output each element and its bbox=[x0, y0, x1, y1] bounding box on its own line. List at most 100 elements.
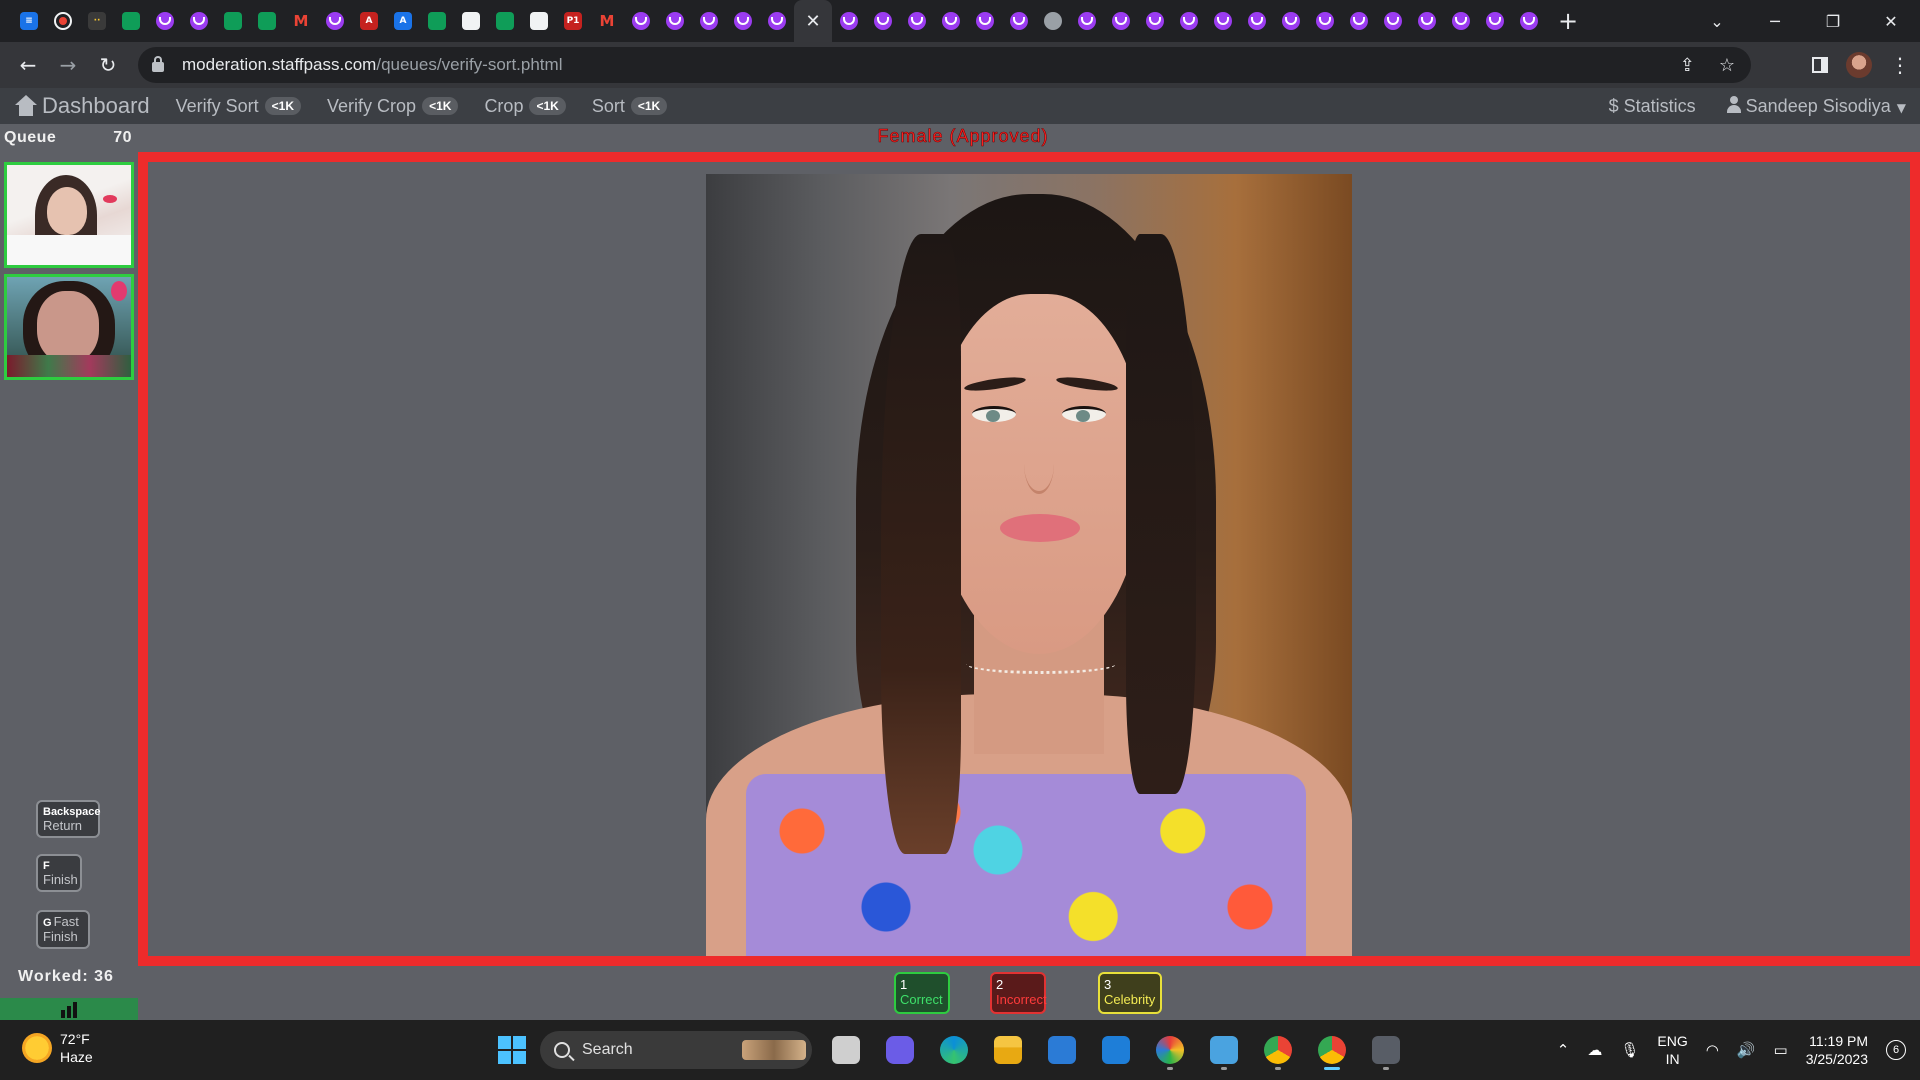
tab-search-icon[interactable]: ⌄ bbox=[1688, 12, 1746, 31]
incorrect-button[interactable]: 2 Incorrect bbox=[990, 972, 1047, 1014]
forward-button[interactable]: → bbox=[48, 53, 88, 77]
tab-staffpass[interactable] bbox=[1376, 0, 1410, 42]
tab-doc[interactable] bbox=[522, 0, 556, 42]
tab-docs[interactable]: ≡ bbox=[12, 0, 46, 42]
onedrive-icon[interactable]: ☁ bbox=[1587, 1041, 1602, 1059]
close-tab-icon[interactable]: ✕ bbox=[805, 11, 820, 32]
tab-staffpass[interactable] bbox=[1172, 0, 1206, 42]
user-menu[interactable]: Sandeep Sisodiya ▼ bbox=[1726, 95, 1906, 117]
return-button[interactable]: Backspace Return bbox=[36, 800, 101, 838]
tab-staffpass[interactable] bbox=[1342, 0, 1376, 42]
tab-adobe[interactable]: A bbox=[352, 0, 386, 42]
tab-pdf[interactable]: A bbox=[386, 0, 420, 42]
edge-button[interactable] bbox=[934, 1030, 974, 1070]
tab-staffpass[interactable] bbox=[1478, 0, 1512, 42]
new-tab-button[interactable]: + bbox=[1558, 7, 1578, 35]
tab-meet[interactable] bbox=[216, 0, 250, 42]
tab-staffpass[interactable] bbox=[760, 0, 794, 42]
nav-verify-sort[interactable]: Verify Sort <1K bbox=[176, 96, 302, 117]
tab-staffpass[interactable] bbox=[934, 0, 968, 42]
close-window-button[interactable]: ✕ bbox=[1862, 12, 1920, 31]
address-bar[interactable]: moderation.staffpass.com/queues/verify-s… bbox=[138, 47, 1751, 83]
notepad-button[interactable] bbox=[1204, 1030, 1244, 1070]
windows-start-icon[interactable] bbox=[498, 1036, 526, 1064]
tab-staffpass[interactable] bbox=[1512, 0, 1546, 42]
finish-button[interactable]: F Finish bbox=[36, 854, 82, 892]
nav-crop[interactable]: Crop <1K bbox=[484, 96, 566, 117]
tab-staffpass[interactable] bbox=[1410, 0, 1444, 42]
tab-meet[interactable] bbox=[420, 0, 454, 42]
taskbar-search[interactable]: Search bbox=[540, 1031, 812, 1069]
calculator-button[interactable] bbox=[1366, 1030, 1406, 1070]
battery-icon[interactable]: ▭ bbox=[1774, 1041, 1788, 1059]
tab-staffpass[interactable] bbox=[900, 0, 934, 42]
weather-widget[interactable]: 72°F Haze bbox=[22, 1030, 93, 1066]
task-view-button[interactable] bbox=[826, 1030, 866, 1070]
tab-staffpass[interactable] bbox=[692, 0, 726, 42]
tab-globe[interactable] bbox=[1036, 0, 1070, 42]
tab-staffpass[interactable] bbox=[318, 0, 352, 42]
tab-staffpass[interactable] bbox=[1104, 0, 1138, 42]
back-button[interactable]: ← bbox=[8, 53, 48, 77]
statistics-link[interactable]: $ Statistics bbox=[1609, 96, 1696, 117]
wifi-icon[interactable]: ◠ bbox=[1706, 1041, 1719, 1059]
dashboard-link[interactable]: Dashboard bbox=[14, 93, 150, 119]
volume-icon[interactable]: 🔊 bbox=[1737, 1041, 1756, 1059]
tab-staffpass[interactable] bbox=[1138, 0, 1172, 42]
tab-staffpass[interactable] bbox=[1444, 0, 1478, 42]
queue-thumbnail[interactable] bbox=[4, 274, 134, 380]
minimize-button[interactable]: ─ bbox=[1746, 12, 1804, 31]
photos-button[interactable] bbox=[1150, 1030, 1190, 1070]
review-photo[interactable] bbox=[706, 174, 1352, 956]
tab-staffpass[interactable] bbox=[1240, 0, 1274, 42]
tab-gmail[interactable]: M bbox=[590, 0, 624, 42]
bookmark-star-icon[interactable]: ☆ bbox=[1719, 55, 1735, 76]
tab-staffpass[interactable] bbox=[726, 0, 760, 42]
tab-staffpass[interactable] bbox=[1206, 0, 1240, 42]
tab-gmail[interactable]: M bbox=[284, 0, 318, 42]
tab-staffpass[interactable] bbox=[148, 0, 182, 42]
chrome-profile-button[interactable] bbox=[1312, 1030, 1352, 1070]
tab-meet[interactable] bbox=[114, 0, 148, 42]
language-indicator[interactable]: ENG IN bbox=[1657, 1032, 1687, 1068]
queue-thumbnail[interactable] bbox=[4, 162, 134, 268]
share-icon[interactable]: ⇪ bbox=[1680, 55, 1695, 76]
tab-meet[interactable] bbox=[250, 0, 284, 42]
tab-staffpass[interactable] bbox=[624, 0, 658, 42]
nav-verify-crop[interactable]: Verify Crop <1K bbox=[327, 96, 459, 117]
side-panel-icon[interactable] bbox=[1812, 57, 1828, 73]
tab-bar[interactable]: ·· bbox=[80, 0, 114, 42]
tab-staffpass[interactable] bbox=[1002, 0, 1036, 42]
nav-sort[interactable]: Sort <1K bbox=[592, 96, 668, 117]
menu-kebab-icon[interactable]: ⋮ bbox=[1890, 53, 1910, 77]
tab-staffpass[interactable] bbox=[182, 0, 216, 42]
tab-p1[interactable]: P1 bbox=[556, 0, 590, 42]
lock-icon[interactable] bbox=[152, 56, 164, 72]
tab-staffpass[interactable] bbox=[968, 0, 1002, 42]
tab-staffpass[interactable] bbox=[832, 0, 866, 42]
clock[interactable]: 11:19 PM 3/25/2023 bbox=[1806, 1032, 1868, 1068]
tab-active[interactable]: ✕ bbox=[794, 0, 832, 42]
fast-finish-button[interactable]: G Fast Finish bbox=[36, 910, 90, 949]
tab-staffpass[interactable] bbox=[1070, 0, 1104, 42]
file-explorer-button[interactable] bbox=[988, 1030, 1028, 1070]
tab-recorder[interactable] bbox=[46, 0, 80, 42]
notification-badge[interactable]: 6 bbox=[1886, 1040, 1906, 1060]
tab-staffpass[interactable] bbox=[658, 0, 692, 42]
chrome-button[interactable] bbox=[1258, 1030, 1298, 1070]
microphone-icon[interactable]: 🎙 bbox=[1620, 1041, 1639, 1059]
store-button[interactable] bbox=[1042, 1030, 1082, 1070]
tab-doc[interactable] bbox=[454, 0, 488, 42]
stats-bar[interactable] bbox=[0, 998, 138, 1020]
correct-button[interactable]: 1 Correct bbox=[894, 972, 950, 1014]
tab-staffpass[interactable] bbox=[1308, 0, 1342, 42]
celebrity-button[interactable]: 3 Celebrity bbox=[1098, 972, 1162, 1014]
tab-meet[interactable] bbox=[488, 0, 522, 42]
tab-staffpass[interactable] bbox=[1274, 0, 1308, 42]
tab-staffpass[interactable] bbox=[866, 0, 900, 42]
profile-avatar[interactable] bbox=[1846, 52, 1872, 78]
mail-button[interactable] bbox=[1096, 1030, 1136, 1070]
reload-button[interactable]: ↻ bbox=[88, 53, 128, 77]
teams-chat-button[interactable] bbox=[880, 1030, 920, 1070]
restore-button[interactable]: ❐ bbox=[1804, 12, 1862, 31]
